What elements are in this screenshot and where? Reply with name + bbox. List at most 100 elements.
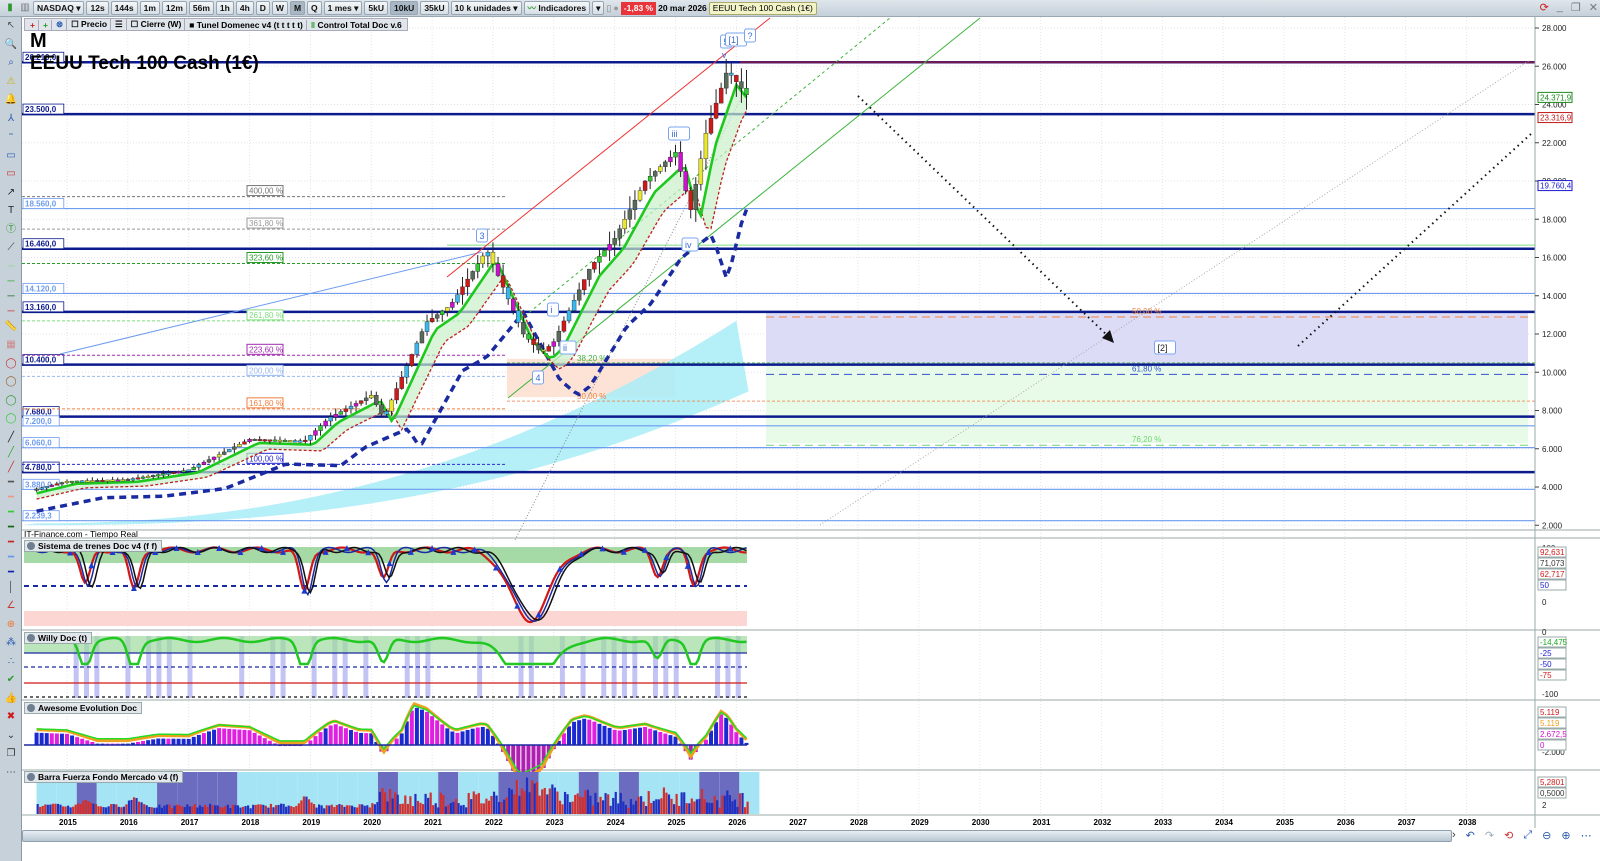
undo-icon[interactable]: ↶ (1466, 829, 1475, 842)
wave-count-icon[interactable]: ⁂ (0, 634, 22, 653)
layers-icon[interactable]: ❐ (0, 745, 22, 764)
candle-body (612, 238, 617, 245)
legend-precio[interactable]: ☐ Precio (68, 19, 112, 30)
zoom-out-icon[interactable]: ⊖ (1542, 829, 1551, 842)
vline-icon[interactable]: │ (0, 579, 22, 598)
close-icon[interactable]: ✕ (1589, 1, 1598, 14)
hline-dark-icon[interactable]: ─ (0, 288, 22, 303)
hline-gray-icon[interactable]: ━ (0, 474, 22, 489)
info-icon[interactable]: ▯ (606, 3, 611, 14)
scroll-right-icon[interactable]: › (1452, 829, 1456, 842)
hline-crimson-icon[interactable]: ━ (0, 534, 22, 549)
ruler-icon[interactable]: 📏 (0, 318, 22, 337)
interval-M[interactable]: M (289, 1, 306, 15)
interval-4h[interactable]: 4h (235, 1, 254, 15)
add-red-icon[interactable]: + (27, 19, 39, 30)
fib-label: 161,80 % (249, 399, 283, 408)
ellipse-brown-icon[interactable]: ◯ (0, 373, 22, 392)
alert-edit-icon[interactable]: ⚠ (0, 73, 22, 92)
unit-10kU[interactable]: 10kU (390, 1, 419, 15)
collapse-icon[interactable]: ⌄ (0, 727, 22, 746)
add-green-icon[interactable]: + (40, 19, 52, 30)
legend-cierre[interactable]: ☐ Cierre (W) (128, 19, 186, 30)
panel-header-barra[interactable]: Barra Fuerza Fondo Mercado v4 (f) (24, 771, 184, 783)
ellipse-green-icon[interactable]: ◯ (0, 392, 22, 411)
close-panel-icon[interactable] (27, 542, 35, 550)
force-bar (609, 805, 612, 814)
unit-35kU[interactable]: 35kU (420, 1, 449, 15)
close-panel-icon[interactable] (27, 773, 35, 781)
panel-header-trenes[interactable]: Sistema de trenes Doc v4 (f f) (24, 540, 163, 552)
thumbs-up-icon[interactable]: 👍 (0, 690, 22, 709)
restore-icon[interactable]: ❐ (1571, 1, 1581, 14)
interval-1m[interactable]: 1m (139, 1, 160, 15)
interval-12m[interactable]: 12m (161, 1, 187, 15)
cursor-icon[interactable]: ↖ (0, 17, 22, 36)
rect-blue-icon[interactable]: ▭ (0, 147, 22, 166)
redo-icon[interactable]: ↷ (1485, 829, 1494, 842)
text-circle-icon[interactable]: Ⓣ (0, 221, 22, 240)
abc-count-icon[interactable]: ∴ (0, 653, 22, 672)
rect-red-icon[interactable]: ▭ (0, 165, 22, 184)
hline-red-icon[interactable]: ─ (0, 303, 22, 318)
interval-Q[interactable]: Q (307, 1, 322, 15)
alarm-icon[interactable]: 🔔 (0, 91, 22, 110)
hline-forest-icon[interactable]: ━ (0, 519, 22, 534)
unit-5kU[interactable]: 5kU (364, 1, 388, 15)
range-select[interactable]: 1 mes ▾ (323, 1, 363, 15)
delete-icon[interactable]: ✖ (0, 708, 22, 727)
legend-control[interactable]: ‖ Control Total Doc v.6 (308, 20, 405, 30)
angle-icon[interactable]: ∠ (0, 597, 22, 616)
minimize-icon[interactable]: _ (1557, 1, 1563, 14)
hline-light-icon[interactable]: ─ (0, 258, 22, 273)
circle-target-icon[interactable]: ⊕ (0, 616, 22, 635)
zoom-fit-icon[interactable]: ⤢ (1523, 829, 1532, 842)
line-green-icon[interactable]: ╱ (0, 444, 22, 459)
fib-line-icon[interactable]: ⁼ (0, 128, 22, 147)
fib-tool-icon[interactable]: ⅄ (0, 110, 22, 129)
hline-navy-icon[interactable]: ━ (0, 564, 22, 579)
check-icon[interactable]: ✔ (0, 671, 22, 690)
legend-tunel[interactable]: ■ Tunel Domenec v4 (t t t t t) (186, 19, 307, 30)
list-icon[interactable]: ☰ (112, 19, 127, 30)
reset-icon[interactable]: ⟲ (1504, 829, 1513, 842)
line-red-icon[interactable]: ╱ (0, 459, 22, 474)
zoom-area-icon[interactable]: ⌕ (0, 54, 22, 73)
force-bar (305, 796, 308, 814)
layout-icon[interactable]: ▥ (19, 0, 31, 17)
interval-56m[interactable]: 56m (188, 1, 214, 15)
pattern-icon[interactable]: ▦ (0, 336, 22, 355)
hline-salmon-icon[interactable]: ━ (0, 489, 22, 504)
hline-green-icon[interactable]: ─ (0, 273, 22, 288)
settings-icon[interactable]: ⊗ (53, 19, 68, 30)
chart-type-icon[interactable]: ▮ (3, 0, 17, 17)
more-icon[interactable]: ⋯ (0, 764, 22, 783)
symbol-select[interactable]: NASDAQ ▾ (33, 1, 85, 15)
segment-icon[interactable]: ⟋ (0, 239, 22, 258)
hline-lime-icon[interactable]: ━ (0, 504, 22, 519)
ellipse-lime-icon[interactable]: ◯ (0, 410, 22, 429)
arrow-icon[interactable]: ↗ (0, 184, 22, 203)
interval-12s[interactable]: 12s (86, 1, 109, 15)
interval-D[interactable]: D (255, 1, 270, 15)
interval-W[interactable]: W (271, 1, 288, 15)
indicators-button[interactable]: 〰 Indicadores (523, 1, 591, 15)
close-panel-icon[interactable] (27, 704, 35, 712)
line-black-icon[interactable]: ╱ (0, 429, 22, 444)
hline-sky-icon[interactable]: ━ (0, 549, 22, 564)
panel-header-willy[interactable]: Willy Doc (t) (24, 632, 93, 644)
ellipse-red-icon[interactable]: ◯ (0, 355, 22, 374)
chart-canvas[interactable]: 26.210,023.500,018.560,016.460,014.120,0… (0, 0, 1600, 861)
horizontal-scrollbar[interactable] (22, 830, 1452, 842)
close-panel-icon[interactable] (27, 634, 35, 642)
sync-icon[interactable]: ⟳ (1540, 1, 1549, 14)
zoom-icon[interactable]: 🔍 (0, 36, 22, 55)
interval-144s[interactable]: 144s (110, 1, 138, 15)
panel-header-awesome[interactable]: Awesome Evolution Doc (24, 702, 143, 714)
interval-1h[interactable]: 1h (215, 1, 234, 15)
more-icon[interactable]: ⋯ (1581, 829, 1592, 842)
indicators-dropdown[interactable]: ▾ (592, 1, 605, 15)
zoom-in-icon[interactable]: ⊕ (1561, 829, 1570, 842)
text-icon[interactable]: T (0, 202, 22, 221)
unit-select[interactable]: 10 k unidades ▾ (450, 1, 522, 15)
